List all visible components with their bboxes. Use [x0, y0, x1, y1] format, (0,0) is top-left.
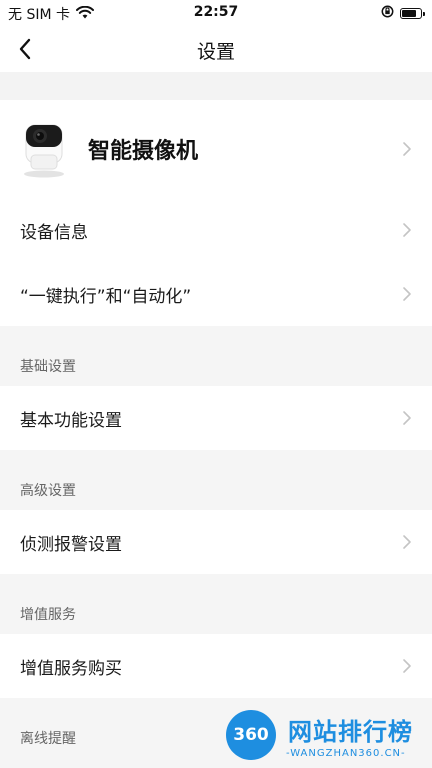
page-title: 设置: [196, 41, 235, 63]
device-group: 智能摄像机 设备信息 “一键执行”和“自动化”: [0, 100, 432, 326]
basic-settings-row[interactable]: 基本功能设置: [0, 386, 432, 450]
settings-screen: 无 SIM 卡 22:57 设置 智能摄像机 设备信息 “一键执行”和“自动化”…: [0, 0, 432, 768]
device-name: 智能摄像机: [88, 139, 199, 164]
orientation-lock-icon: [381, 5, 394, 22]
automation-label: “一键执行”和“自动化”: [20, 286, 192, 307]
chevron-right-icon: [403, 659, 411, 673]
device-info-row[interactable]: 设备信息: [0, 198, 432, 262]
watermark-title: 网站排行榜: [288, 718, 413, 746]
clock: 22:57: [193, 4, 239, 20]
advanced-group: 侦测报警设置: [0, 510, 432, 574]
watermark-logo: 360 网站排行榜 -WANGZHAN360.CN-: [222, 706, 432, 768]
detection-alarm-row[interactable]: 侦测报警设置: [0, 510, 432, 574]
basic-group: 基本功能设置: [0, 386, 432, 450]
device-row[interactable]: 智能摄像机: [0, 100, 432, 198]
top-spacer: [0, 72, 432, 100]
services-group: 增值服务购买: [0, 634, 432, 698]
watermark-badge: 360: [226, 710, 276, 760]
chevron-right-icon: [403, 411, 411, 425]
service-purchase-row[interactable]: 增值服务购买: [0, 634, 432, 698]
basic-settings-label: 基本功能设置: [20, 410, 122, 431]
status-bar: 无 SIM 卡 22:57: [0, 0, 432, 26]
section-header-basic: 基础设置: [0, 326, 432, 386]
chevron-right-icon: [403, 142, 411, 156]
service-purchase-label: 增值服务购买: [20, 658, 122, 679]
watermark-subtitle: -WANGZHAN360.CN-: [286, 748, 406, 759]
chevron-right-icon: [403, 287, 411, 301]
section-title: 离线提醒: [20, 731, 76, 747]
chevron-right-icon: [403, 223, 411, 237]
section-title: 基础设置: [20, 359, 76, 375]
detection-alarm-label: 侦测报警设置: [20, 534, 122, 555]
status-right: [381, 5, 425, 22]
battery-icon: [400, 8, 425, 19]
camera-image: [20, 119, 68, 179]
device-info-label: 设备信息: [20, 222, 88, 243]
section-title: 增值服务: [20, 607, 76, 623]
chevron-right-icon: [403, 535, 411, 549]
automation-row[interactable]: “一键执行”和“自动化”: [0, 262, 432, 326]
section-header-services: 增值服务: [0, 574, 432, 634]
nav-bar: 设置: [0, 26, 432, 72]
section-title: 高级设置: [20, 483, 76, 499]
section-header-advanced: 高级设置: [0, 450, 432, 510]
